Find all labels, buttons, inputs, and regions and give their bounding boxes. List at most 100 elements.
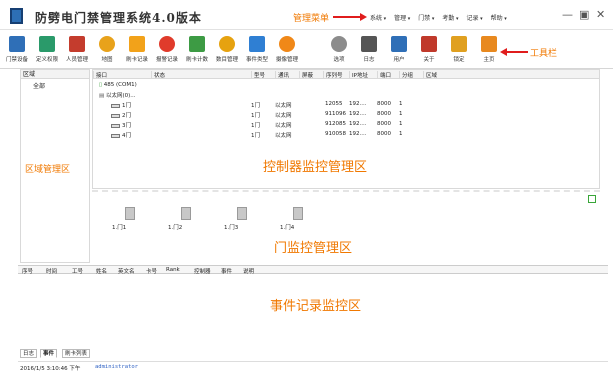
cell-serial: 910058 <box>325 131 346 137</box>
col-shield[interactable]: 屏蔽 <box>299 71 313 79</box>
col-model[interactable]: 型号 <box>251 71 265 79</box>
tree-row[interactable]: 1门 <box>111 101 131 109</box>
tb-permission-button[interactable]: 定义权限 <box>32 33 62 63</box>
cell-port: 8000 <box>377 131 391 137</box>
tab-swipe-list[interactable]: 刷卡列表 <box>62 349 91 358</box>
cell-port: 8000 <box>377 111 391 117</box>
col-card-no[interactable]: 卡号 <box>146 267 157 275</box>
close-button[interactable]: ✕ <box>596 8 605 21</box>
col-name[interactable]: 姓名 <box>96 267 107 275</box>
tb-swipe-count-button[interactable]: 刷卡计数 <box>182 33 212 63</box>
tb-about-button[interactable]: 关于 <box>414 33 444 63</box>
col-seq[interactable]: 序号 <box>22 267 33 275</box>
menu-manage[interactable]: 管理 <box>394 13 410 22</box>
cell-group: 1 <box>399 121 403 127</box>
door-icon[interactable] <box>237 207 247 220</box>
sync-icon <box>39 36 55 52</box>
minimize-button[interactable]: — <box>562 8 573 21</box>
tb-log-button[interactable]: 日志 <box>354 33 384 63</box>
tb-camera-button[interactable]: 摄像管理 <box>272 33 302 63</box>
tree-row[interactable]: 3门 <box>111 121 131 129</box>
controller-header: 接口 状态 型号 通讯 屏蔽 序列号 IP地址 端口 分组 区域 <box>93 70 599 79</box>
user-icon <box>391 36 407 52</box>
tb-people-button[interactable]: 人员管理 <box>62 33 92 63</box>
calendar-icon <box>361 36 377 52</box>
col-port[interactable]: 端口 <box>377 71 391 79</box>
cell-serial: 912085 <box>325 121 346 127</box>
tree-row[interactable]: 2门 <box>111 111 131 119</box>
col-group[interactable]: 分组 <box>399 71 413 79</box>
col-event[interactable]: 事件 <box>221 267 232 275</box>
cell-model: 1门 <box>251 113 260 119</box>
people-icon <box>69 36 85 52</box>
door-panel: 1.门1 1.门2 1.门3 1.门4 门监控管理区 <box>92 190 600 263</box>
door-icon[interactable] <box>181 207 191 220</box>
cell-comm: 以太网 <box>275 133 292 139</box>
app-title: 防劈电门禁管理系统4.0版本 <box>35 11 202 25</box>
tb-swipe-record-button[interactable]: 刷卡记录 <box>122 33 152 63</box>
col-english-name[interactable]: 英文名 <box>118 267 135 275</box>
col-controller[interactable]: 控制器 <box>194 267 211 275</box>
col-interface[interactable]: 接口 <box>93 71 107 79</box>
title-bar: 防劈电门禁管理系统4.0版本 管理菜单 系统 管理 门禁 考勤 记录 帮助 — … <box>0 0 613 30</box>
umbrella-icon <box>421 36 437 52</box>
tb-lock-button[interactable]: 锁定 <box>444 33 474 63</box>
area-item-all[interactable]: 全部 <box>21 81 89 90</box>
camera-icon <box>279 36 295 52</box>
tab-event[interactable]: 事件 <box>40 349 58 358</box>
col-status[interactable]: 状态 <box>151 71 165 79</box>
arrow-right-icon <box>333 13 367 21</box>
col-time[interactable]: 时间 <box>46 267 57 275</box>
controller-panel: 接口 状态 型号 通讯 屏蔽 序列号 IP地址 端口 分组 区域 ▯ 485 (… <box>92 69 600 189</box>
tree-interface[interactable]: ▯ 485 (COM1) <box>99 82 137 88</box>
cell-group: 1 <box>399 131 403 137</box>
tb-user-button[interactable]: 用户 <box>384 33 414 63</box>
tb-event-type-button[interactable]: 事件类型 <box>242 33 272 63</box>
tab-log[interactable]: 日志 <box>20 349 38 358</box>
tb-device-button[interactable]: 门禁设备 <box>2 33 32 63</box>
gear-icon <box>331 36 347 52</box>
controller-annotation: 控制器监控管理区 <box>263 160 368 175</box>
menu-records[interactable]: 记录 <box>467 13 483 22</box>
menu-access[interactable]: 门禁 <box>418 13 434 22</box>
cell-model: 1门 <box>251 123 260 129</box>
globe-icon <box>99 36 115 52</box>
cell-ip: 192.... <box>349 131 367 137</box>
door-icon[interactable] <box>125 207 135 220</box>
menu-annotation: 管理菜单 <box>293 14 330 24</box>
tb-alarm-record-button[interactable]: 报警记录 <box>152 33 182 63</box>
menu-attendance[interactable]: 考勤 <box>442 13 458 22</box>
arrow-left-icon <box>500 48 528 56</box>
col-ip[interactable]: IP地址 <box>349 71 368 79</box>
home-icon <box>481 36 497 52</box>
chart-icon <box>249 36 265 52</box>
cell-comm: 以太网 <box>275 113 292 119</box>
cell-serial: 911096 <box>325 111 346 117</box>
status-bar: 2016/1/5 3:10:46 下午 administrator <box>18 361 608 372</box>
col-rank[interactable]: Rank <box>166 267 180 273</box>
col-desc[interactable]: 说明 <box>243 267 254 275</box>
door-icon[interactable] <box>293 207 303 220</box>
area-panel: 区域 全部 区域管理区 <box>20 69 90 263</box>
panel-toggle-icon[interactable] <box>588 195 596 203</box>
tb-options-button[interactable]: 选项 <box>324 33 354 63</box>
tb-number-manage-button[interactable]: 数目管理 <box>212 33 242 63</box>
col-serial[interactable]: 序列号 <box>323 71 343 79</box>
toolbar-annotation: 工具栏 <box>530 49 558 59</box>
tree-row[interactable]: 4门 <box>111 131 131 139</box>
tree-network[interactable]: ▤ 以太网(0)... <box>99 91 136 99</box>
maximize-button[interactable]: ▣ <box>579 8 589 21</box>
alert-icon <box>159 36 175 52</box>
network-icon: ▤ <box>99 93 105 99</box>
menu-bar: 系统 管理 门禁 考勤 记录 帮助 <box>370 13 507 22</box>
col-comm[interactable]: 通讯 <box>275 71 289 79</box>
door-label: 1.门3 <box>224 225 239 231</box>
tb-map-button[interactable]: 地图 <box>92 33 122 63</box>
col-area[interactable]: 区域 <box>423 71 437 79</box>
cell-port: 8000 <box>377 121 391 127</box>
door-icon <box>111 113 120 118</box>
menu-help[interactable]: 帮助 <box>491 13 507 22</box>
menu-system[interactable]: 系统 <box>370 13 386 22</box>
col-empno[interactable]: 工号 <box>72 267 83 275</box>
count-icon <box>189 36 205 52</box>
